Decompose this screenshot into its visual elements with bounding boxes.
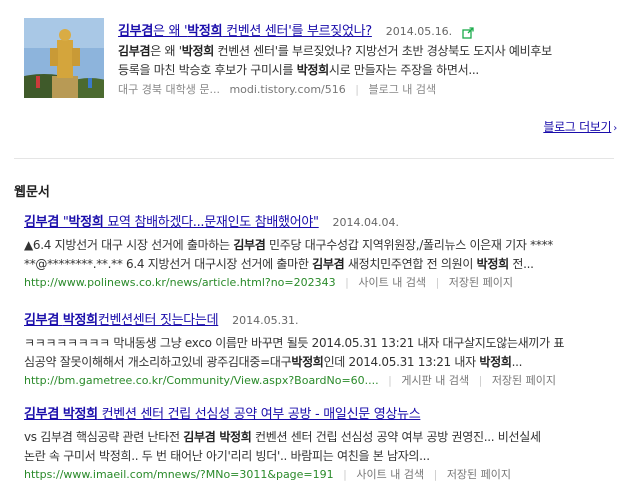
title-text: " — [58, 215, 69, 230]
snippet-keyword: 김부겸 박정희 — [183, 430, 252, 444]
blog-more-link[interactable]: 블로그 더보기 › — [543, 118, 617, 135]
snippet-text: 심공약 잘못이해해서 개소리하고있네 광주김대중=대구 — [24, 355, 292, 369]
blog-inner-search[interactable]: 블로그 내 검색 — [368, 83, 436, 96]
snippet-keyword: 박정희 — [291, 355, 324, 369]
section-title: 웹문서 — [14, 185, 50, 200]
web-title-link[interactable]: 김부겸 박정희 컨벤션 센터 건립 선심성 공약 여부 공방 - 매일신문 영상… — [24, 407, 421, 422]
snippet-text: 컨벤션 센터 건립 선심성 공약 여부 공방 권영진... 비선실세 — [251, 430, 541, 444]
web-date: 2014.05.31. — [232, 314, 299, 327]
snippet-keyword: 박정희 — [181, 44, 215, 58]
chevron-right-icon: › — [613, 123, 617, 134]
section-divider — [14, 158, 614, 159]
snippet-text: ... — [511, 355, 523, 369]
web-title-row: 김부겸 "박정희 묘역 참배하겠다...문재인도 참배했어야" 2014.04.… — [24, 213, 614, 231]
meta-separator: | — [433, 468, 438, 481]
blog-date: 2014.05.16. — [385, 25, 453, 38]
web-title-row: 김부겸 박정희 컨벤션 센터 건립 선심성 공약 여부 공방 - 매일신문 영상… — [24, 405, 614, 423]
snippet-text: **@********.**.** 6.4 지방선거 대구시장 선거에 출마한 — [24, 257, 313, 271]
web-snippet: ▲6.4 지방선거 대구 시장 선거에 출마하는 김부겸 민주당 대구수성갑 지… — [24, 236, 614, 274]
meta-separator: | — [478, 374, 483, 387]
snippet-text: 은 왜 ' — [150, 44, 182, 58]
snippet-text: 전... — [508, 257, 534, 271]
title-keyword: 김부겸 — [24, 313, 59, 328]
meta-separator: | — [343, 468, 347, 481]
title-keyword: 박정희 — [187, 24, 223, 39]
share-external-icon[interactable] — [462, 26, 474, 39]
web-meta: https://www.imaeil.com/mnews/?MNo=3011&p… — [24, 466, 614, 484]
web-snippet: vs 김부겸 핵심공략 관련 난타전 김부겸 박정희 컨벤션 센터 건립 선심성… — [24, 428, 614, 466]
title-text: 컨벤션 센터'를 부르짖었나? — [222, 24, 372, 39]
title-text: 컨벤션 센터 건립 선심성 공약 여부 공방 - 매일신문 영상뉴스 — [97, 407, 421, 422]
snippet-keyword: 박정희 — [296, 63, 330, 77]
blog-url[interactable]: modi.tistory.com/516 — [229, 83, 345, 96]
title-text: 컨벤션센터 짓는다는데 — [97, 313, 219, 328]
blog-result: 김부겸은 왜 '박정희 컨벤션 센터'를 부르짖었나? 2014.05.16. … — [24, 12, 624, 104]
blog-title-row: 김부겸은 왜 '박정희 컨벤션 센터'를 부르짖었나? 2014.05.16. — [118, 22, 624, 40]
web-title-link[interactable]: 김부겸 박정희컨벤션센터 짓는다는데 — [24, 313, 219, 328]
web-result: 김부겸 "박정희 묘역 참배하겠다...문재인도 참배했어야" 2014.04.… — [24, 213, 614, 292]
title-text: 묘역 참배하겠다...문재인도 참배했어야" — [103, 215, 319, 230]
blog-meta: 대구 경북 대학생 문... modi.tistory.com/516 | 블로… — [118, 81, 624, 99]
snippet-text: ㅋㅋㅋㅋㅋㅋㅋㅋ 막내동생 그냥 exco 이름만 바꾸면 될듯 2014.05… — [24, 336, 565, 350]
cached-page-link[interactable]: 저장된 페이지 — [449, 276, 513, 289]
title-keyword: 박정희 — [62, 407, 98, 422]
snippet-keyword: 박정희 — [479, 355, 512, 369]
snippet-keyword: 김부겸 — [312, 257, 345, 271]
title-keyword: 박정희 — [62, 313, 98, 328]
cached-page-link[interactable]: 저장된 페이지 — [492, 374, 556, 387]
site-search-link[interactable]: 사이트 내 검색 — [356, 468, 424, 481]
web-result: 김부겸 박정희컨벤션센터 짓는다는데 2014.05.31. ㅋㅋㅋㅋㅋㅋㅋㅋ … — [24, 311, 614, 390]
snippet-text: 논란 속 구미서 박정희.. 두 번 태어난 아기'리리 빙더'.. 바람피는 … — [24, 449, 430, 463]
title-keyword: 김부겸 — [24, 407, 59, 422]
more-link-label: 블로그 더보기 — [543, 120, 612, 134]
snippet-text: ▲6.4 지방선거 대구 시장 선거에 출마하는 — [24, 238, 234, 252]
blog-body: 김부겸은 왜 '박정희 컨벤션 센터'를 부르짖었나? 2014.05.16. … — [118, 22, 624, 99]
blog-source[interactable]: 대구 경북 대학생 문... — [118, 83, 220, 96]
web-result: 김부겸 박정희 컨벤션 센터 건립 선심성 공약 여부 공방 - 매일신문 영상… — [24, 405, 614, 484]
web-meta: http://bm.gametree.co.kr/Community/View.… — [24, 372, 614, 390]
snippet-keyword: 김부겸 — [233, 238, 266, 252]
blog-snippet: 김부겸은 왜 '박정희 컨벤션 센터'를 부르짖었나? 지방선거 초반 경상북도… — [118, 42, 624, 80]
meta-separator: | — [345, 276, 349, 289]
web-title-link[interactable]: 김부겸 "박정희 묘역 참배하겠다...문재인도 참배했어야" — [24, 215, 319, 230]
meta-separator: | — [388, 374, 392, 387]
title-keyword: 김부겸 — [118, 24, 153, 39]
snippet-text: vs 김부겸 핵심공략 관련 난타전 — [24, 430, 184, 444]
blog-thumbnail[interactable] — [24, 18, 104, 98]
web-snippet: ㅋㅋㅋㅋㅋㅋㅋㅋ 막내동생 그냥 exco 이름만 바꾸면 될듯 2014.05… — [24, 334, 614, 372]
blog-title-link[interactable]: 김부겸은 왜 '박정희 컨벤션 센터'를 부르짖었나? — [118, 24, 372, 39]
meta-separator: | — [435, 276, 440, 289]
snippet-keyword: 김부겸 — [118, 44, 151, 58]
web-url[interactable]: http://www.polinews.co.kr/news/article.h… — [24, 276, 336, 289]
snippet-text: 인데 2014.05.31 13:21 내자 — [323, 355, 480, 369]
site-search-link[interactable]: 사이트 내 검색 — [358, 276, 426, 289]
snippet-keyword: 박정희 — [476, 257, 510, 271]
snippet-text: 컨벤션 센터'를 부르짖었나? 지방선거 초반 경상북도 도지사 예비후보 — [213, 44, 552, 58]
web-date: 2014.04.04. — [332, 216, 400, 229]
web-meta: http://www.polinews.co.kr/news/article.h… — [24, 274, 614, 292]
snippet-text: 민주당 대구수성갑 지역위원장,/폴리뉴스 이은재 기자 **** — [265, 238, 553, 252]
title-keyword: 김부겸 — [24, 215, 59, 230]
title-text: 은 왜 ' — [152, 24, 188, 39]
snippet-text: 등록을 마친 박승호 후보가 구미시를 — [118, 63, 297, 77]
web-title-row: 김부겸 박정희컨벤션센터 짓는다는데 2014.05.31. — [24, 311, 614, 329]
snippet-text: 시로 만들자는 주장을 하면서... — [328, 63, 479, 77]
title-keyword: 박정희 — [68, 215, 104, 230]
cached-page-link[interactable]: 저장된 페이지 — [447, 468, 511, 481]
web-url[interactable]: http://bm.gametree.co.kr/Community/View.… — [24, 374, 379, 387]
snippet-text: 새정치민주연합 전 의원이 — [344, 257, 477, 271]
board-search-link[interactable]: 게시판 내 검색 — [401, 374, 469, 387]
web-url[interactable]: https://www.imaeil.com/mnews/?MNo=3011&p… — [24, 468, 334, 481]
meta-separator: | — [355, 83, 359, 96]
